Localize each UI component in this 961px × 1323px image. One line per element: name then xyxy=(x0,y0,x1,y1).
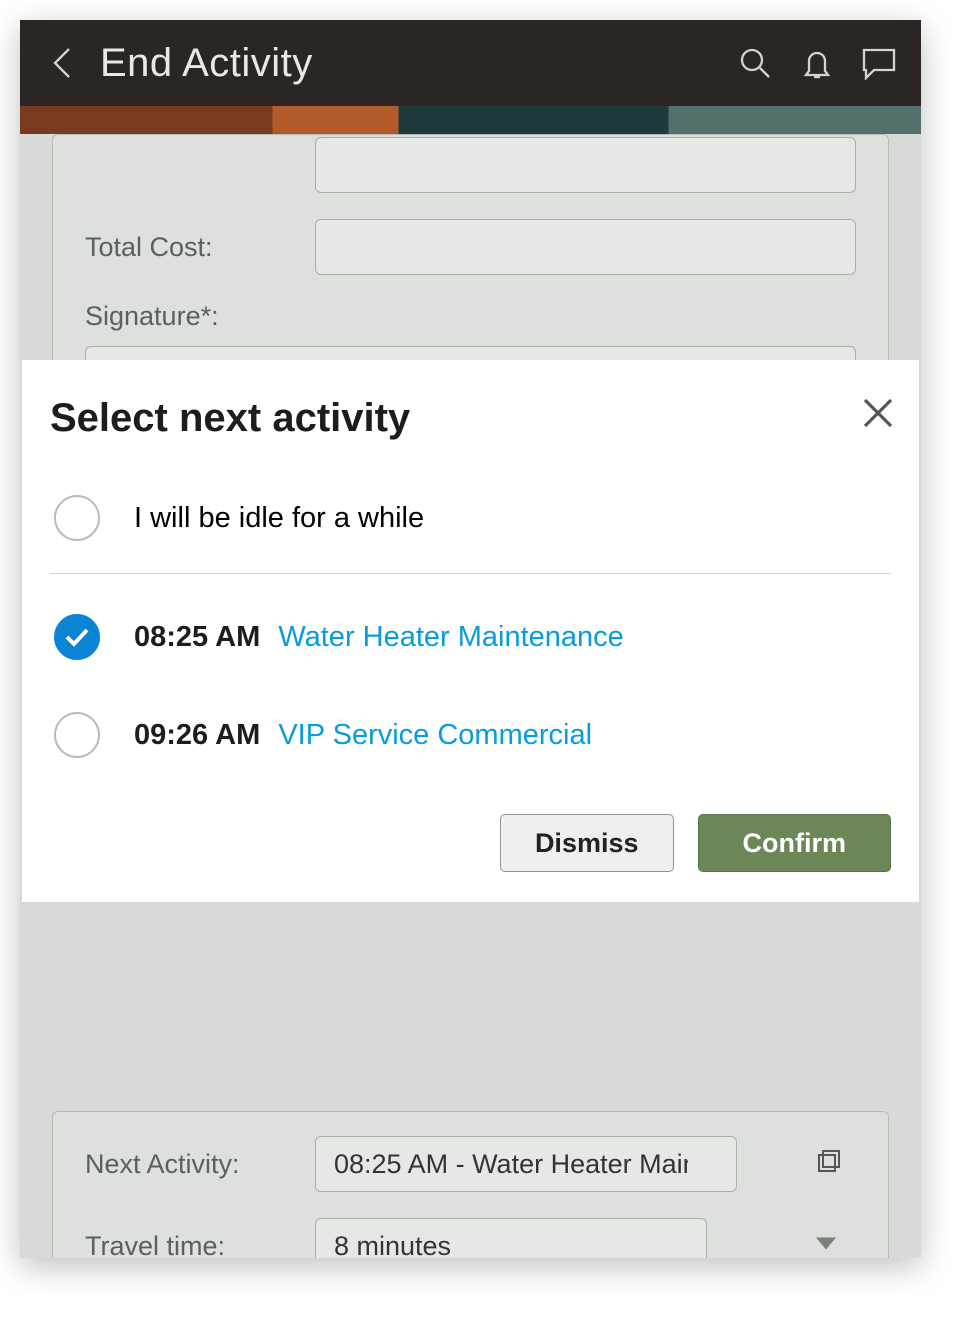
app-frame: End Activity Total Cost: Signature*: xyxy=(20,20,921,1258)
modal-dismiss-button[interactable]: Dismiss xyxy=(500,814,674,872)
activity-option-1[interactable]: 08:25 AM Water Heater Maintenance xyxy=(50,588,891,686)
modal-overlay: Select next activity I will be idle for … xyxy=(20,20,921,1258)
option-time: 09:26 AM xyxy=(134,719,260,751)
divider xyxy=(50,573,891,574)
modal-buttons: Dismiss Confirm xyxy=(50,814,891,872)
select-next-activity-modal: Select next activity I will be idle for … xyxy=(22,360,919,902)
close-button[interactable] xyxy=(861,396,895,435)
modal-confirm-button[interactable]: Confirm xyxy=(698,814,892,872)
radio-selected xyxy=(54,614,100,660)
option-label: VIP Service Commercial xyxy=(278,719,592,751)
option-time: 08:25 AM xyxy=(134,621,260,653)
idle-option-label: I will be idle for a while xyxy=(134,502,424,535)
close-icon xyxy=(861,396,895,430)
radio-unselected xyxy=(54,495,100,541)
radio-unselected xyxy=(54,712,100,758)
idle-option[interactable]: I will be idle for a while xyxy=(50,469,891,567)
check-icon xyxy=(64,626,90,648)
option-label: Water Heater Maintenance xyxy=(278,621,623,653)
activity-option-2[interactable]: 09:26 AM VIP Service Commercial xyxy=(50,686,891,784)
modal-title: Select next activity xyxy=(50,396,891,441)
